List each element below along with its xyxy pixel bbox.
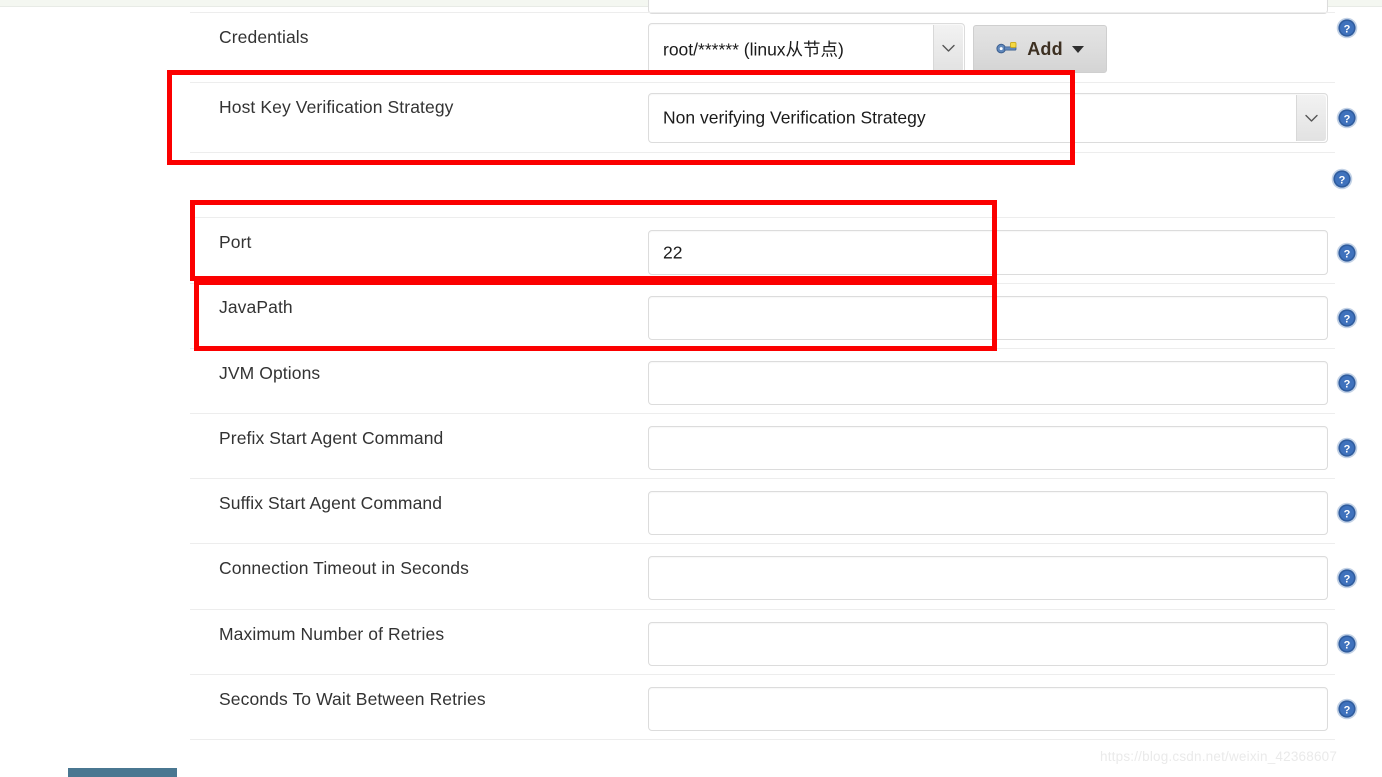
chevron-down-icon [1071,45,1084,53]
row-separator [190,543,1335,544]
credentials-select[interactable]: root/****** (linux从节点) [648,23,965,74]
connection-timeout-in-seconds-input[interactable] [648,556,1328,600]
svg-text:?: ? [1344,509,1351,521]
row-separator [190,82,1335,83]
help-icon-connection-timeout-in-seconds[interactable]: ? [1336,567,1358,589]
add-button-label: Add [1027,38,1063,59]
port-input[interactable]: 22 [648,230,1328,275]
row-separator-last [190,739,1335,740]
host-key-verification-strategy-label: Host Key Verification Strategy [219,97,454,117]
host-key-verification-strategy-value: Non verifying Verification Strategy [663,107,926,128]
help-icon-prefix-start-agent-command[interactable]: ? [1336,437,1358,459]
key-icon [996,39,1018,60]
help-icon-spacer-row[interactable]: ? [1331,168,1353,190]
maximum-number-of-retries-input[interactable] [648,622,1328,666]
javapath-label: JavaPath [219,297,293,317]
row-separator [190,413,1335,414]
credentials-select-value: root/****** (linux从节点) [663,39,844,59]
port-label: Port [219,232,252,252]
prefix-start-agent-command-label: Prefix Start Agent Command [219,428,444,448]
javapath-input[interactable] [648,296,1328,340]
help-icon-suffix-start-agent-command[interactable]: ? [1336,502,1358,524]
svg-text:?: ? [1344,574,1351,586]
svg-text:?: ? [1344,705,1351,717]
row-separator [190,12,1335,13]
suffix-start-agent-command-input[interactable] [648,491,1328,535]
page-root: Credentials root/****** (linux从节点) Add ?… [0,0,1382,777]
row-separator [190,217,1335,218]
svg-text:?: ? [1344,314,1351,326]
svg-text:?: ? [1344,379,1351,391]
jvm-options-input[interactable] [648,361,1328,405]
maximum-number-of-retries-label: Maximum Number of Retries [219,624,445,644]
help-icon-port[interactable]: ? [1336,242,1358,264]
svg-text:?: ? [1344,24,1351,36]
connection-timeout-in-seconds-label: Connection Timeout in Seconds [219,558,469,578]
host-key-verification-strategy-select[interactable]: Non verifying Verification Strategy [648,93,1328,143]
watermark-text: https://blog.csdn.net/weixin_42368607 [1100,749,1338,764]
credentials-label: Credentials [219,27,309,47]
svg-text:?: ? [1339,175,1346,187]
row-separator [190,283,1335,284]
help-icon-maximum-number-of-retries[interactable]: ? [1336,633,1358,655]
help-icon-jvm-options[interactable]: ? [1336,372,1358,394]
svg-text:?: ? [1344,640,1351,652]
svg-text:?: ? [1344,444,1351,456]
svg-text:?: ? [1344,249,1351,261]
help-icon-javapath[interactable]: ? [1336,307,1358,329]
help-icon-credentials[interactable]: ? [1336,17,1358,39]
chevron-down-icon[interactable] [933,25,963,72]
row-separator [190,348,1335,349]
chevron-down-icon[interactable] [1296,95,1326,141]
port-input-value: 22 [663,242,683,262]
prefix-start-agent-command-input[interactable] [648,426,1328,470]
help-icon-host-key-verification-strategy[interactable]: ? [1336,107,1358,129]
row-separator [190,609,1335,610]
suffix-start-agent-command-label: Suffix Start Agent Command [219,493,443,513]
seconds-to-wait-between-retries-label: Seconds To Wait Between Retries [219,689,486,709]
add-credentials-button[interactable]: Add [973,25,1107,73]
jvm-options-label: JVM Options [219,363,321,383]
row-separator [190,674,1335,675]
row-separator [190,152,1335,153]
seconds-to-wait-between-retries-input[interactable] [648,687,1328,731]
help-icon-seconds-to-wait-between-retries[interactable]: ? [1336,698,1358,720]
svg-text:?: ? [1344,114,1351,126]
footer-progress-bar [68,768,177,777]
row-separator [190,478,1335,479]
